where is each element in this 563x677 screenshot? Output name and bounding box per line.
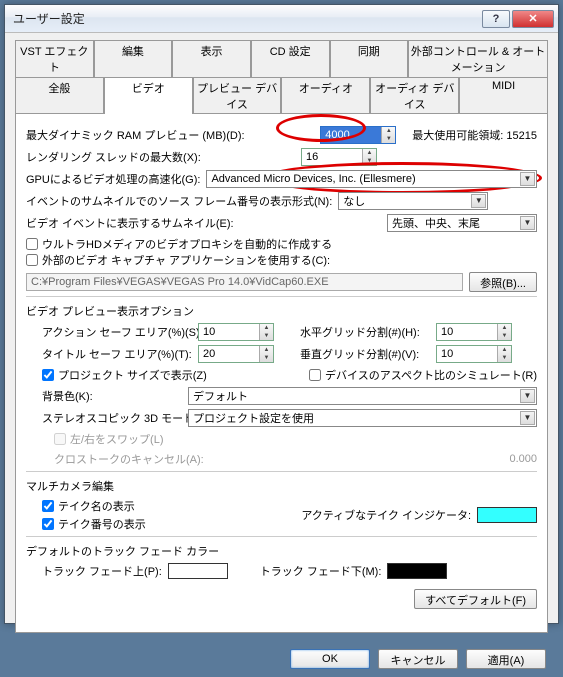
chevron-down-icon: ▼: [471, 194, 486, 208]
title-safe-label: タイトル セーフ エリア(%)(T):: [42, 346, 192, 362]
event-thumb-src-combo[interactable]: なし ▼: [338, 192, 488, 210]
tab-audio[interactable]: オーディオ: [281, 77, 370, 114]
action-safe-input[interactable]: ▲▼: [198, 323, 274, 341]
device-aspect-checkbox[interactable]: デバイスのアスペクト比のシミュレート(R): [309, 367, 537, 383]
tab-edit[interactable]: 編集: [94, 40, 173, 77]
tab-vst[interactable]: VST エフェクト: [15, 40, 94, 77]
ok-button[interactable]: OK: [290, 649, 370, 669]
all-default-button[interactable]: すべてデフォルト(F): [414, 589, 537, 609]
capture-path-field: [26, 273, 463, 291]
action-safe-label: アクション セーフ エリア(%)(S):: [42, 324, 192, 340]
apply-button[interactable]: 適用(A): [466, 649, 546, 669]
tab-strip: VST エフェクト 編集 表示 CD 設定 同期 外部コントロール & オートメ…: [15, 39, 548, 113]
tab-video[interactable]: ビデオ: [104, 77, 193, 114]
max-usable-label: 最大使用可能領域: 15215: [412, 127, 537, 143]
fade-top-label: トラック フェード上(P):: [42, 563, 162, 579]
spinner-icon[interactable]: ▲▼: [381, 127, 395, 143]
chevron-down-icon: ▼: [520, 216, 535, 230]
tab-external[interactable]: 外部コントロール & オートメーション: [408, 40, 548, 77]
spinner-icon[interactable]: ▲▼: [497, 346, 511, 362]
preferences-window: ユーザー設定 ? ✕ VST エフェクト 編集 表示 CD 設定 同期 外部コン…: [4, 4, 559, 624]
gpu-accel-value: Advanced Micro Devices, Inc. (Ellesmere): [211, 173, 415, 185]
fade-top-swatch[interactable]: [168, 563, 228, 579]
browse-button[interactable]: 参照(B)...: [469, 272, 537, 292]
render-threads-label: レンダリング スレッドの最大数(X):: [26, 149, 201, 165]
event-thumb-src-label: イベントのサムネイルでのソース フレーム番号の表示形式(N):: [26, 193, 332, 209]
event-thumb-show-value: 先頭、中央、末尾: [392, 215, 480, 231]
spinner-icon[interactable]: ▲▼: [259, 324, 273, 340]
title-safe-input[interactable]: ▲▼: [198, 345, 274, 363]
active-indicator-label: アクティブなテイク インジケータ:: [301, 507, 471, 523]
event-thumb-src-value: なし: [343, 193, 365, 209]
tab-panel: 最大ダイナミック RAM プレビュー (MB)(D): ▲▼ 最大使用可能領域:…: [15, 113, 548, 633]
spinner-icon[interactable]: ▲▼: [362, 149, 376, 165]
chevron-down-icon: ▼: [520, 172, 535, 186]
fade-bottom-label: トラック フェード下(M):: [260, 563, 382, 579]
fade-bottom-swatch[interactable]: [387, 563, 447, 579]
tab-display[interactable]: 表示: [172, 40, 251, 77]
tab-midi[interactable]: MIDI: [459, 77, 548, 114]
crosstalk-value: 0.000: [509, 453, 537, 465]
spinner-icon[interactable]: ▲▼: [497, 324, 511, 340]
multicam-section-label: マルチカメラ編集: [26, 478, 537, 494]
tab-preview-device[interactable]: プレビュー デバイス: [193, 77, 282, 114]
render-threads-field[interactable]: [302, 149, 362, 165]
tab-general[interactable]: 全般: [15, 77, 104, 114]
hgrid-input[interactable]: ▲▼: [436, 323, 512, 341]
dialog-footer: OK キャンセル 適用(A): [5, 641, 558, 677]
tab-sync[interactable]: 同期: [330, 40, 409, 77]
max-ram-input[interactable]: ▲▼: [320, 126, 396, 144]
uhd-proxy-checkbox[interactable]: ウルトラHDメディアのビデオプロキシを自動的に作成する: [26, 236, 537, 252]
swap-lr-checkbox: 左/右をスワップ(L): [54, 431, 164, 447]
show-take-name-checkbox[interactable]: テイク名の表示: [42, 498, 146, 514]
bgcolor-label: 背景色(K):: [42, 388, 182, 404]
event-thumb-show-label: ビデオ イベントに表示するサムネイル(E):: [26, 215, 234, 231]
close-button[interactable]: ✕: [512, 10, 554, 28]
titlebar: ユーザー設定 ? ✕: [5, 5, 558, 33]
help-button[interactable]: ?: [482, 10, 510, 28]
chevron-down-icon: ▼: [520, 411, 535, 425]
active-indicator-swatch[interactable]: [477, 507, 537, 523]
event-thumb-show-combo[interactable]: 先頭、中央、末尾 ▼: [387, 214, 537, 232]
gpu-accel-label: GPUによるビデオ処理の高速化(G):: [26, 171, 200, 187]
trackfade-section-label: デフォルトのトラック フェード カラー: [26, 543, 537, 559]
vgrid-input[interactable]: ▲▼: [436, 345, 512, 363]
max-ram-label: 最大ダイナミック RAM プレビュー (MB)(D):: [26, 127, 245, 143]
show-take-num-checkbox[interactable]: テイク番号の表示: [42, 516, 146, 532]
chevron-down-icon: ▼: [520, 389, 535, 403]
stereo3d-combo[interactable]: プロジェクト設定を使用▼: [188, 409, 537, 427]
render-threads-input[interactable]: ▲▼: [301, 148, 377, 166]
hgrid-label: 水平グリッド分割(#)(H):: [300, 324, 430, 340]
tab-audio-device[interactable]: オーディオ デバイス: [370, 77, 459, 114]
spinner-icon[interactable]: ▲▼: [259, 346, 273, 362]
window-title: ユーザー設定: [13, 10, 482, 27]
vgrid-label: 垂直グリッド分割(#)(V):: [300, 346, 430, 362]
max-ram-field[interactable]: [321, 127, 381, 143]
project-size-checkbox[interactable]: プロジェクト サイズで表示(Z): [42, 367, 207, 383]
gpu-accel-combo[interactable]: Advanced Micro Devices, Inc. (Ellesmere)…: [206, 170, 537, 188]
preview-section-label: ビデオ プレビュー表示オプション: [26, 303, 537, 319]
crosstalk-label: クロストークのキャンセル(A):: [54, 451, 204, 467]
cancel-button[interactable]: キャンセル: [378, 649, 458, 669]
stereo3d-label: ステレオスコピック 3D モード(3):: [42, 410, 182, 426]
tab-cd[interactable]: CD 設定: [251, 40, 330, 77]
bgcolor-combo[interactable]: デフォルト▼: [188, 387, 537, 405]
ext-capture-checkbox[interactable]: 外部のビデオ キャプチャ アプリケーションを使用する(C):: [26, 252, 537, 268]
